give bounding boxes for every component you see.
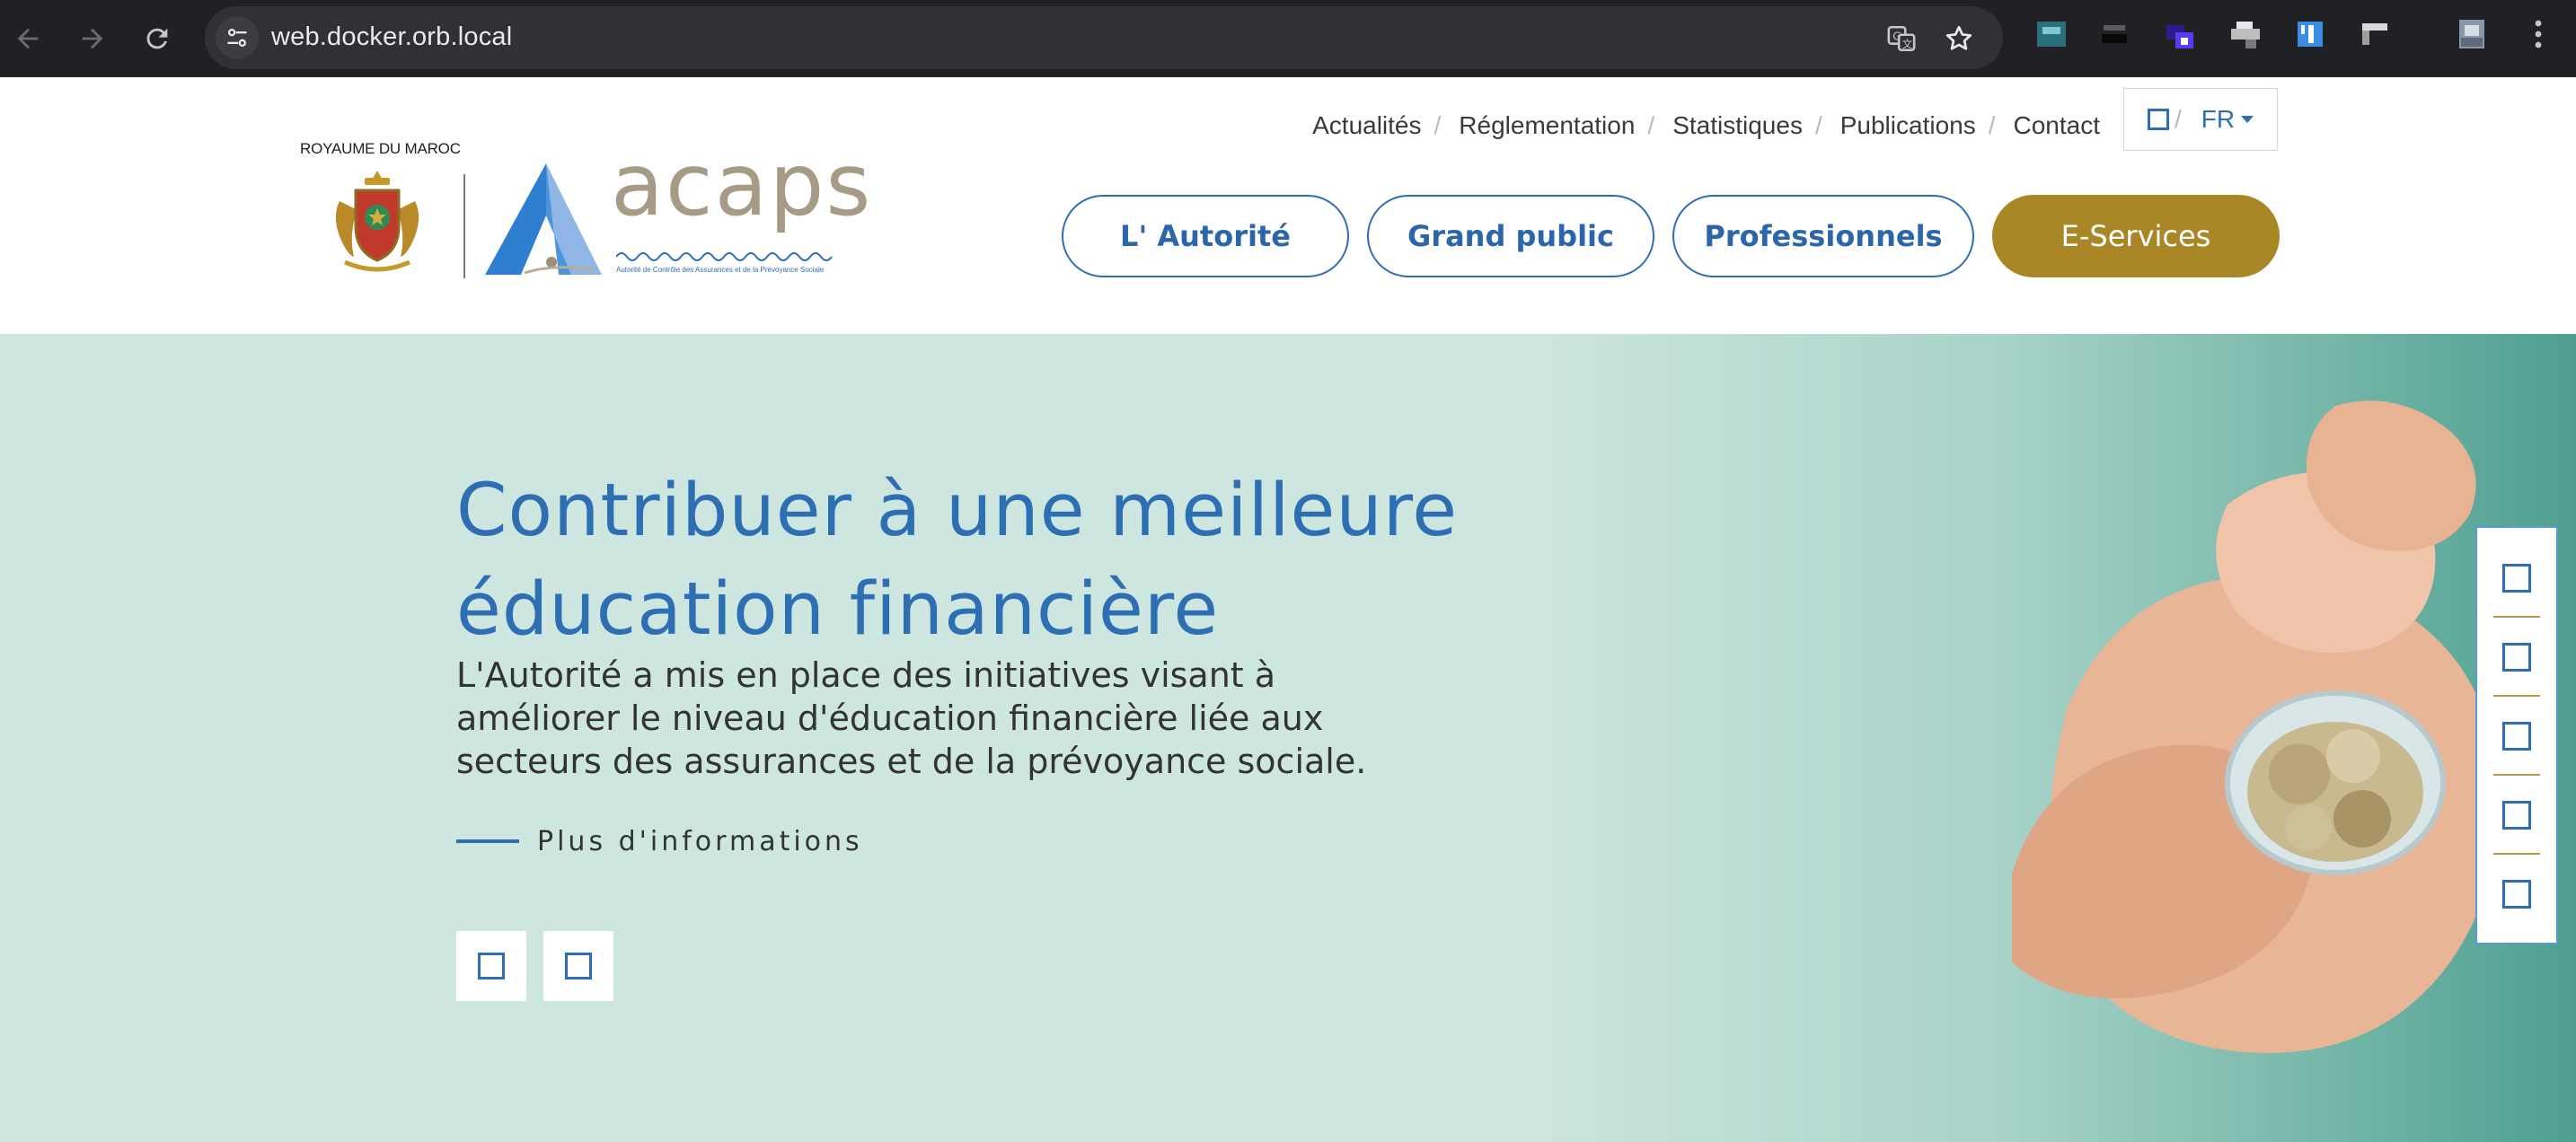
extension-4-icon[interactable]	[2228, 16, 2263, 52]
top-link-statistiques[interactable]: Statistiques	[1672, 111, 1803, 140]
extension-2-icon[interactable]	[2096, 16, 2132, 52]
bookmark-button[interactable]	[1942, 22, 1976, 56]
more-info-label: Plus d'informations	[537, 825, 863, 857]
square-icon	[2502, 801, 2531, 830]
site-header: ROYAUME DU MAROC acaps Autorité de Contr…	[0, 77, 2576, 334]
coat-of-arms-icon	[335, 171, 419, 272]
forward-button[interactable]	[68, 14, 117, 63]
arrow-left-icon	[17, 28, 39, 49]
slider-next-button[interactable]	[543, 931, 613, 1001]
nav-grand-public-label: Grand public	[1407, 219, 1614, 253]
language-code[interactable]: FR	[2201, 105, 2235, 134]
nav-professionnels-button[interactable]: Professionnels	[1672, 195, 1974, 277]
side-toolbar-item-1[interactable]	[2477, 539, 2556, 618]
top-link-publications[interactable]: Publications	[1840, 111, 1976, 140]
top-links: Actualités / Réglementation / Statistiqu…	[1312, 108, 2100, 144]
hero-description: L'Autorité a mis en place des initiative…	[456, 654, 1444, 783]
back-button[interactable]	[4, 14, 52, 63]
more-info-dash	[456, 839, 519, 843]
side-toolbar-item-2[interactable]	[2477, 618, 2556, 697]
browser-toolbar: web.docker.orb.local G 文	[0, 0, 2576, 77]
link-separator: /	[1814, 111, 1822, 139]
nav-eservices-label: E-Services	[2060, 219, 2211, 253]
kebab-menu-icon	[2535, 20, 2542, 48]
language-selector[interactable]: / FR	[2123, 88, 2278, 151]
star-icon	[1945, 25, 1972, 50]
square-icon	[2502, 643, 2531, 672]
top-link-actualites[interactable]: Actualités	[1312, 111, 1421, 140]
extension-3-icon[interactable]	[2163, 16, 2199, 52]
square-icon	[2502, 564, 2531, 593]
nav-professionnels-label: Professionnels	[1704, 219, 1943, 253]
side-toolbar-item-5[interactable]	[2477, 855, 2556, 934]
side-toolbar-item-4[interactable]	[2477, 776, 2556, 855]
hero-description-line: L'Autorité a mis en place des initiative…	[456, 655, 1276, 695]
square-icon	[2502, 880, 2531, 909]
arabic-tifinagh-tagline	[615, 248, 841, 264]
side-toolbar-item-3[interactable]	[2477, 697, 2556, 776]
extension-6-icon[interactable]	[2357, 16, 2393, 52]
reload-icon	[146, 28, 168, 49]
url-text[interactable]: web.docker.orb.local	[271, 22, 512, 52]
royaume-label: ROYAUME DU MAROC	[300, 140, 461, 157]
nav-autorite-button[interactable]: L' Autorité	[1062, 195, 1349, 277]
nav-grand-public-button[interactable]: Grand public	[1367, 195, 1654, 277]
hero-description-line: améliorer le niveau d'éducation financiè…	[456, 698, 1324, 738]
brand-wordmark: acaps	[611, 135, 873, 235]
address-bar[interactable]: web.docker.orb.local G 文	[205, 6, 2003, 69]
square-icon	[2502, 722, 2531, 751]
hero-title: Contribuer à une meilleure éducation fin…	[456, 461, 1534, 659]
hero-banner: Contribuer à une meilleure éducation fin…	[0, 334, 2576, 1142]
nav-autorite-label: L' Autorité	[1120, 219, 1291, 253]
browser-menu-button[interactable]	[2520, 16, 2556, 52]
extension-1-icon[interactable]	[2033, 16, 2069, 52]
site-logo[interactable]: ROYAUME DU MAROC acaps Autorité de Contr…	[300, 135, 870, 284]
svg-text:文: 文	[1902, 38, 1912, 50]
extension-5-icon[interactable]	[2292, 16, 2328, 52]
hero-title-line: Contribuer à une meilleure	[456, 469, 1459, 553]
top-link-contact[interactable]: Contact	[2014, 111, 2101, 140]
link-separator: /	[1434, 111, 1442, 139]
site-settings-button[interactable]	[216, 16, 259, 59]
square-icon	[478, 953, 505, 979]
nav-eservices-button[interactable]: E-Services	[1992, 195, 2280, 277]
lang-separator: /	[2175, 105, 2182, 133]
acaps-a-mark-icon	[485, 163, 602, 275]
top-link-reglementation[interactable]: Réglementation	[1459, 111, 1635, 140]
reload-button[interactable]	[133, 14, 181, 63]
chevron-down-icon	[2241, 116, 2254, 123]
translate-icon: G 文	[1887, 25, 1916, 52]
side-toolbar	[2475, 526, 2558, 944]
link-separator: /	[1647, 111, 1655, 139]
square-icon	[565, 953, 592, 979]
tune-icon	[227, 28, 247, 48]
brand-subtitle: Autorité de Contrôle des Assurances et d…	[616, 266, 825, 274]
hero-title-line: éducation financière	[456, 567, 1220, 652]
profile-avatar[interactable]	[2454, 16, 2490, 52]
logo-divider	[463, 174, 465, 278]
hero-description-line: secteurs des assurances et de la prévoya…	[456, 742, 1367, 781]
arrow-right-icon	[82, 28, 103, 49]
accessibility-square-icon[interactable]	[2148, 109, 2169, 130]
slider-prev-button[interactable]	[456, 931, 526, 1001]
link-separator: /	[1988, 111, 1996, 139]
more-info-link[interactable]: Plus d'informations	[456, 819, 863, 864]
translate-button[interactable]: G 文	[1884, 22, 1919, 56]
